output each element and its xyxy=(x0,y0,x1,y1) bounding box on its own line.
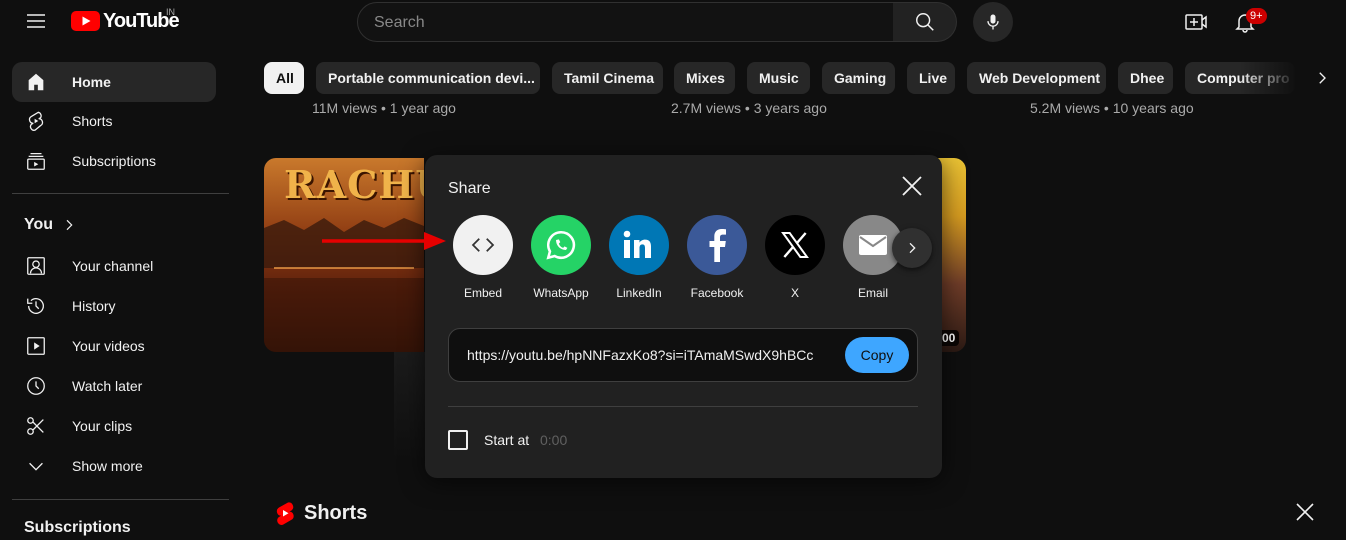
video-meta: 5.2M views • 10 years ago xyxy=(1030,100,1194,116)
subscriptions-icon xyxy=(24,149,48,173)
you-section-header[interactable]: You xyxy=(24,216,77,234)
share-option-whatsapp[interactable]: WhatsApp xyxy=(526,215,596,300)
video-meta: 11M views • 1 year ago xyxy=(312,100,456,116)
scissors-icon xyxy=(24,414,48,438)
chip-music[interactable]: Music xyxy=(747,62,810,94)
create-video-icon[interactable] xyxy=(1184,10,1208,34)
clock-icon xyxy=(24,374,48,398)
share-option-label: Facebook xyxy=(690,286,744,300)
country-code: IN xyxy=(166,7,175,17)
chevron-right-icon xyxy=(66,219,73,231)
sidebar-item-label: Home xyxy=(72,74,111,90)
share-link-text: https://youtu.be/hpNNFazxKo8?si=iTAmaMSw… xyxy=(467,347,813,363)
share-option-label: WhatsApp xyxy=(533,286,589,300)
sidebar-item-label: Subscriptions xyxy=(72,153,157,169)
share-option-label: Embed xyxy=(463,286,503,300)
chip-all[interactable]: All xyxy=(264,62,304,94)
sidebar-item-show-more[interactable]: Show more xyxy=(12,446,216,486)
sidebar-divider xyxy=(12,193,229,194)
share-option-facebook[interactable]: Facebook xyxy=(682,215,752,300)
share-dialog-title: Share xyxy=(448,180,491,197)
embed-icon xyxy=(453,215,513,275)
copy-button[interactable]: Copy xyxy=(845,337,909,373)
chip-portable-communication[interactable]: Portable communication devi... xyxy=(316,62,540,94)
sidebar-item-history[interactable]: History xyxy=(12,286,216,326)
share-options-next-button[interactable] xyxy=(892,228,932,268)
linkedin-icon xyxy=(609,215,669,275)
chevron-down-icon xyxy=(24,454,48,478)
x-icon xyxy=(765,215,825,275)
sidebar-item-label: Show more xyxy=(72,458,143,474)
share-option-embed[interactable]: Embed xyxy=(448,215,518,300)
channel-icon xyxy=(24,254,48,278)
chevron-right-icon xyxy=(1319,72,1326,84)
chip-web-development[interactable]: Web Development xyxy=(967,62,1106,94)
sidebar-item-your-clips[interactable]: Your clips xyxy=(12,406,216,446)
chip-live[interactable]: Live xyxy=(907,62,955,94)
facebook-icon xyxy=(687,215,747,275)
close-icon[interactable] xyxy=(898,172,926,200)
chips-next-button[interactable] xyxy=(1306,62,1338,94)
share-option-label: Email xyxy=(857,286,888,300)
voice-search-button[interactable] xyxy=(973,2,1013,42)
you-title: You xyxy=(24,216,54,233)
dialog-divider xyxy=(448,406,918,407)
chevron-right-icon xyxy=(909,242,916,254)
youtube-page: YouTube IN Search 9+ Home Shorts Subscri… xyxy=(0,0,1346,540)
notification-count-badge: 9+ xyxy=(1246,8,1267,24)
share-option-linkedin[interactable]: LinkedIn xyxy=(604,215,674,300)
share-option-label: LinkedIn xyxy=(616,286,662,300)
sidebar-item-watch-later[interactable]: Watch later xyxy=(12,366,216,406)
subscriptions-section-title: Subscriptions xyxy=(24,519,131,536)
sidebar-item-label: Shorts xyxy=(72,113,113,129)
sidebar-item-home[interactable]: Home xyxy=(12,62,216,102)
search-icon xyxy=(915,13,934,31)
search-placeholder: Search xyxy=(374,14,425,31)
sidebar-item-label: History xyxy=(72,298,116,314)
shorts-icon xyxy=(24,109,48,133)
youtube-play-icon xyxy=(71,11,100,31)
share-link-field[interactable]: https://youtu.be/hpNNFazxKo8?si=iTAmaMSw… xyxy=(448,328,918,382)
start-at-label: Start at xyxy=(484,432,530,448)
search-input[interactable]: Search xyxy=(357,2,894,42)
sidebar-item-your-videos[interactable]: Your videos xyxy=(12,326,216,366)
videos-icon xyxy=(24,334,48,358)
chip-mixes[interactable]: Mixes xyxy=(674,62,735,94)
search-button[interactable] xyxy=(893,2,957,42)
youtube-logo[interactable]: YouTube xyxy=(71,9,180,33)
sidebar-item-your-channel[interactable]: Your channel xyxy=(12,246,216,286)
history-icon xyxy=(24,294,48,318)
start-at-time-input[interactable]: 0:00 xyxy=(540,432,567,448)
home-icon xyxy=(24,70,48,94)
microphone-icon xyxy=(987,14,999,30)
sidebar-item-label: Watch later xyxy=(72,378,143,394)
sidebar-item-label: Your clips xyxy=(72,418,133,434)
share-dialog xyxy=(425,155,942,478)
sidebar-divider xyxy=(12,499,229,500)
sidebar-item-subscriptions[interactable]: Subscriptions xyxy=(12,141,216,181)
share-option-x[interactable]: X xyxy=(760,215,830,300)
thumbnail-artwork xyxy=(264,218,424,352)
chip-dhee[interactable]: Dhee xyxy=(1118,62,1173,94)
chip-gaming[interactable]: Gaming xyxy=(822,62,895,94)
sidebar-item-label: Your videos xyxy=(72,338,145,354)
hamburger-menu-icon[interactable] xyxy=(24,9,48,33)
sidebar-item-shorts[interactable]: Shorts xyxy=(12,101,216,141)
sidebar-item-label: Your channel xyxy=(72,258,154,274)
annotation-arrow xyxy=(320,230,448,252)
start-at-checkbox[interactable] xyxy=(448,430,468,450)
shorts-logo-icon xyxy=(274,501,296,525)
video-meta: 2.7M views • 3 years ago xyxy=(671,100,827,116)
share-option-label: X xyxy=(790,286,799,300)
shorts-section-title: Shorts xyxy=(304,502,368,524)
chip-tamil-cinema[interactable]: Tamil Cinema xyxy=(552,62,663,94)
whatsapp-icon xyxy=(531,215,591,275)
shorts-close-icon[interactable] xyxy=(1293,500,1317,524)
video-thumbnail[interactable]: RACHUN xyxy=(264,158,424,352)
